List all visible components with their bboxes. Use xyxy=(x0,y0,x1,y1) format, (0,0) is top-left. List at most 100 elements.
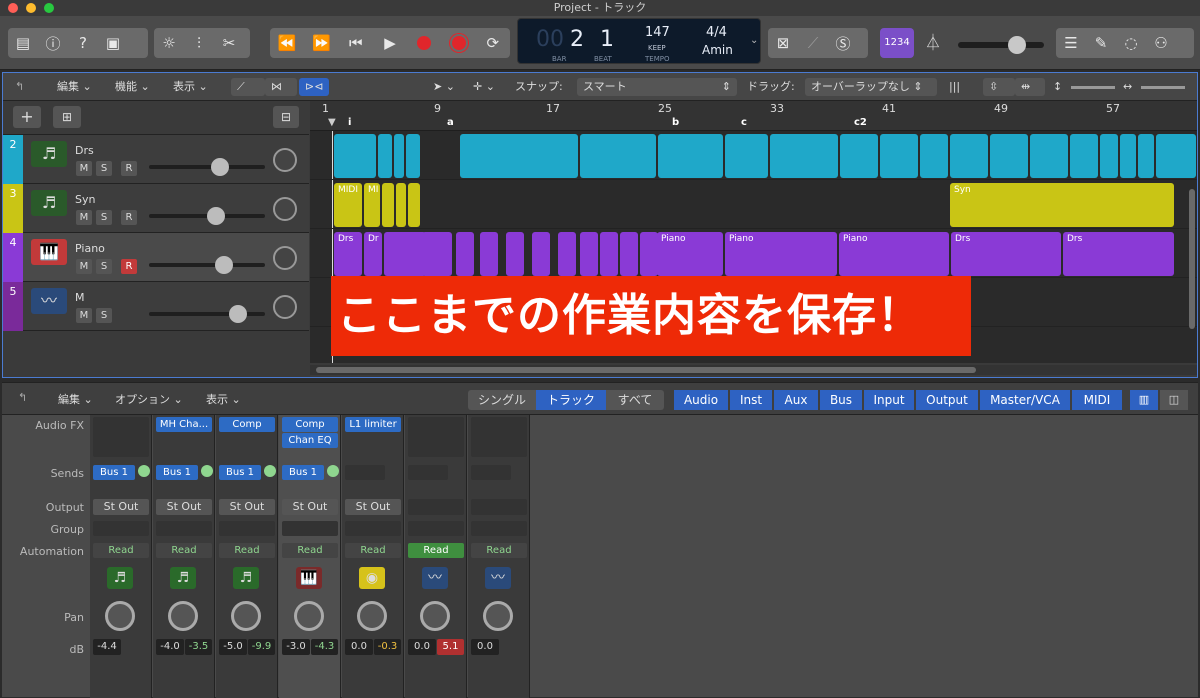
rewind-icon[interactable]: ⏪ xyxy=(272,28,302,58)
pan-knob[interactable] xyxy=(105,601,135,631)
automation-icon[interactable]: ⟋ xyxy=(231,78,265,96)
pointer-tool-menu[interactable]: ➤ ⌄ xyxy=(433,78,455,96)
send-empty-slot[interactable] xyxy=(345,465,385,480)
master-volume-knob[interactable] xyxy=(1008,36,1026,54)
channel-strip[interactable]: Comp Bus 1 St Out Read ♬ -5.0 -9.9 xyxy=(216,415,278,698)
audio-fx-empty-slot[interactable] xyxy=(93,417,149,457)
list-editors-icon[interactable]: ☰ xyxy=(1056,28,1086,58)
inspector-icon[interactable]: ⓘ xyxy=(38,28,68,58)
solo-button[interactable]: S xyxy=(96,210,112,225)
record-enable-button[interactable]: R xyxy=(121,161,137,176)
global-tracks-icon[interactable]: ⊟ xyxy=(273,106,299,128)
automation-mode-button[interactable]: Read xyxy=(282,543,338,558)
channel-strip[interactable]: Comp Chan EQ Bus 1 St Out Read 🎹 -3.0 -4.3 xyxy=(279,415,341,698)
track-volume-slider[interactable] xyxy=(149,207,265,225)
ruler[interactable]: 1 9 17 25 33 41 49 57 i a b c c2 ▼ xyxy=(310,101,1197,131)
horizontal-zoom-icon[interactable]: ↔ xyxy=(1123,78,1132,96)
output-empty-slot[interactable] xyxy=(471,499,527,515)
track-name[interactable]: Syn xyxy=(75,193,95,206)
channel-strip[interactable]: Read 〰 0.0 5.1 xyxy=(405,415,467,698)
track-pan-knob[interactable] xyxy=(273,246,297,270)
view-menu[interactable]: 表示 ⌄ xyxy=(173,78,208,96)
send-slot[interactable]: Bus 1 xyxy=(219,465,261,480)
drum-region[interactable] xyxy=(1070,134,1098,178)
pan-knob[interactable] xyxy=(420,601,450,631)
audio-fx-slot[interactable]: Comp xyxy=(219,417,275,432)
metronome-icon[interactable]: ⏃ xyxy=(918,28,948,58)
drum-region[interactable] xyxy=(658,134,723,178)
record-enable-button[interactable]: R xyxy=(121,259,137,274)
horizontal-zoom-slider[interactable] xyxy=(1141,86,1185,89)
marker-label[interactable]: c xyxy=(741,117,747,128)
channel-strip[interactable]: Read 〰 0.0 xyxy=(468,415,530,698)
drum-region[interactable] xyxy=(725,134,768,178)
track-volume-slider[interactable] xyxy=(149,305,265,323)
piano-region[interactable]: Dr xyxy=(364,232,382,276)
single-view-button[interactable]: シングル xyxy=(468,390,536,410)
marker-label[interactable]: b xyxy=(672,117,679,128)
track-header[interactable]: 2 ♬ Drs M S R xyxy=(3,135,309,184)
piano-region[interactable] xyxy=(532,232,550,276)
drum-region[interactable] xyxy=(1030,134,1068,178)
drag-mode-dropdown[interactable]: オーバーラップなし ⇕ xyxy=(805,78,937,96)
automation-mode-button[interactable]: Read xyxy=(471,543,527,558)
filter-midi-button[interactable]: MIDI xyxy=(1072,390,1122,410)
piano-region[interactable] xyxy=(640,232,658,276)
track-name[interactable]: M xyxy=(75,291,85,304)
track-volume-knob[interactable] xyxy=(229,305,247,323)
send-level-knob[interactable] xyxy=(201,465,213,477)
vertical-zoom-icon[interactable]: ↕ xyxy=(1053,78,1062,96)
automation-mode-button[interactable]: Read xyxy=(408,543,464,558)
drum-region[interactable] xyxy=(580,134,656,178)
lcd-display[interactable]: 00 2 1 BAR BEAT 147 KEEP TEMPO 4/4 Amin … xyxy=(517,18,761,64)
pan-knob[interactable] xyxy=(483,601,513,631)
mixer-options-menu[interactable]: オプション ⌄ xyxy=(115,391,183,407)
channel-strip[interactable]: Bus 1 St Out Read ♬ -4.4 xyxy=(90,415,152,698)
pan-knob[interactable] xyxy=(168,601,198,631)
track-header[interactable]: 5 〰 M M S xyxy=(3,282,309,331)
pan-knob[interactable] xyxy=(231,601,261,631)
record-enable-button[interactable]: R xyxy=(121,210,137,225)
synth-region[interactable]: MI xyxy=(364,183,380,227)
toolbar-toggle-icon[interactable]: ▣ xyxy=(98,28,128,58)
zoom-window-button[interactable] xyxy=(44,3,54,13)
mixer-view-menu[interactable]: 表示 ⌄ xyxy=(206,391,241,407)
filter-input-button[interactable]: Input xyxy=(864,390,914,410)
send-level-knob[interactable] xyxy=(327,465,339,477)
group-slot[interactable] xyxy=(408,521,464,536)
mixer-icon[interactable]: ⫶ xyxy=(184,28,214,58)
drum-region[interactable] xyxy=(460,134,578,178)
send-slot[interactable]: Bus 1 xyxy=(282,465,324,480)
group-slot[interactable] xyxy=(93,521,149,536)
flex-icon[interactable]: ⋈ xyxy=(265,78,297,96)
track-view-button[interactable]: トラック xyxy=(536,390,606,410)
pan-knob[interactable] xyxy=(294,601,324,631)
wide-strips-icon[interactable]: ◫ xyxy=(1160,390,1188,410)
send-empty-slot[interactable] xyxy=(471,465,511,480)
add-track-icon[interactable]: + xyxy=(13,106,41,128)
fast-forward-icon[interactable]: ⏩ xyxy=(306,28,336,58)
track-header[interactable]: 4 🎹 Piano M S R xyxy=(3,233,309,282)
go-to-start-icon[interactable]: ⏮ xyxy=(341,28,371,58)
drum-region[interactable] xyxy=(990,134,1028,178)
synth-region[interactable] xyxy=(408,183,420,227)
play-icon[interactable]: ▶ xyxy=(375,28,405,58)
track-lane[interactable]: Drs Dr Piano Piano Piano Drs Drs xyxy=(310,229,1197,278)
synth-region[interactable]: Syn xyxy=(950,183,1174,227)
track-name[interactable]: Drs xyxy=(75,144,94,157)
group-slot[interactable] xyxy=(219,521,275,536)
solo-button[interactable]: S xyxy=(96,259,112,274)
solo-icon[interactable]: Ⓢ xyxy=(828,28,858,58)
output-slot[interactable]: St Out xyxy=(219,499,275,515)
filter-audio-button[interactable]: Audio xyxy=(674,390,728,410)
audio-fx-empty-slot[interactable] xyxy=(471,417,527,457)
drum-region[interactable] xyxy=(406,134,420,178)
filter-bus-button[interactable]: Bus xyxy=(820,390,862,410)
lcd-chevron-down-icon[interactable]: ⌄ xyxy=(750,35,758,46)
pan-knob[interactable] xyxy=(357,601,387,631)
automation-mode-button[interactable]: Read xyxy=(93,543,149,558)
piano-region[interactable] xyxy=(480,232,498,276)
library-icon[interactable]: ▤ xyxy=(8,28,38,58)
drum-region[interactable] xyxy=(1120,134,1136,178)
piano-region[interactable] xyxy=(580,232,598,276)
